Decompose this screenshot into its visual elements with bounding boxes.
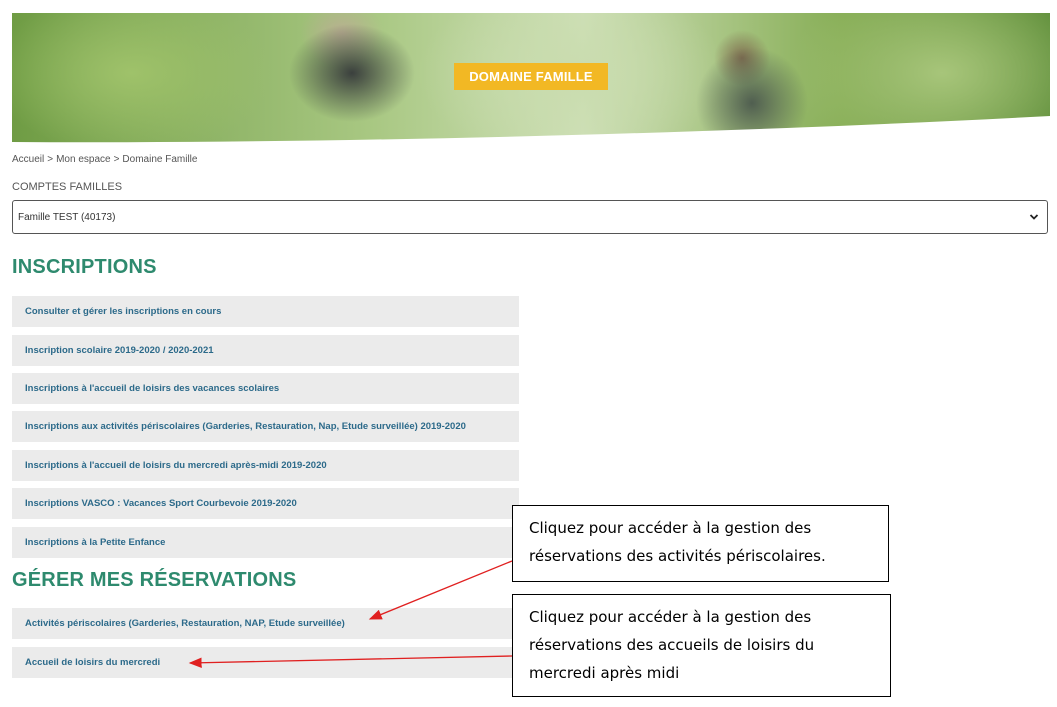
breadcrumb-separator: > xyxy=(113,154,120,165)
callout-periscolaires: Cliquez pour accéder à la gestion des ré… xyxy=(512,505,889,582)
breadcrumb-home[interactable]: Accueil xyxy=(12,154,44,165)
chevron-down-icon xyxy=(1029,214,1039,220)
callout-line: réservations des activités périscolaires… xyxy=(529,547,826,565)
link-petite-enfance[interactable]: Inscriptions à la Petite Enfance xyxy=(12,527,519,558)
reservations-heading: GÉRER MES RÉSERVATIONS xyxy=(12,569,297,591)
link-activites-periscolaires[interactable]: Inscriptions aux activités périscolaires… xyxy=(12,411,519,442)
banner-wave xyxy=(12,116,1050,143)
banner-title: DOMAINE FAMILLE xyxy=(454,63,608,90)
breadcrumb-current: Domaine Famille xyxy=(122,154,198,165)
callout-line: réservations des accueils de loisirs du xyxy=(529,636,815,654)
family-accounts-label: COMPTES FAMILLES xyxy=(12,181,123,193)
callout-line: Cliquez pour accéder à la gestion des xyxy=(529,608,812,626)
inscriptions-heading: INSCRIPTIONS xyxy=(12,256,157,278)
callout-line: mercredi après midi xyxy=(529,664,680,682)
family-account-value: Famille TEST (40173) xyxy=(18,211,116,223)
breadcrumb: Accueil > Mon espace > Domaine Famille xyxy=(12,154,200,165)
breadcrumb-my-space[interactable]: Mon espace xyxy=(56,154,110,165)
link-inscription-scolaire[interactable]: Inscription scolaire 2019-2020 / 2020-20… xyxy=(12,335,519,366)
link-inscriptions-en-cours[interactable]: Consulter et gérer les inscriptions en c… xyxy=(12,296,519,327)
breadcrumb-separator: > xyxy=(47,154,54,165)
callout-line: Cliquez pour accéder à la gestion des xyxy=(529,519,812,537)
callout-mercredi: Cliquez pour accéder à la gestion des ré… xyxy=(512,594,891,697)
family-account-select[interactable]: Famille TEST (40173) xyxy=(12,200,1048,234)
link-reservation-periscolaires[interactable]: Activités périscolaires (Garderies, Rest… xyxy=(12,608,519,639)
link-reservation-mercredi[interactable]: Accueil de loisirs du mercredi xyxy=(12,647,519,678)
link-vasco[interactable]: Inscriptions VASCO : Vacances Sport Cour… xyxy=(12,488,519,519)
link-accueil-loisirs-vacances[interactable]: Inscriptions à l'accueil de loisirs des … xyxy=(12,373,519,404)
link-accueil-loisirs-mercredi[interactable]: Inscriptions à l'accueil de loisirs du m… xyxy=(12,450,519,481)
